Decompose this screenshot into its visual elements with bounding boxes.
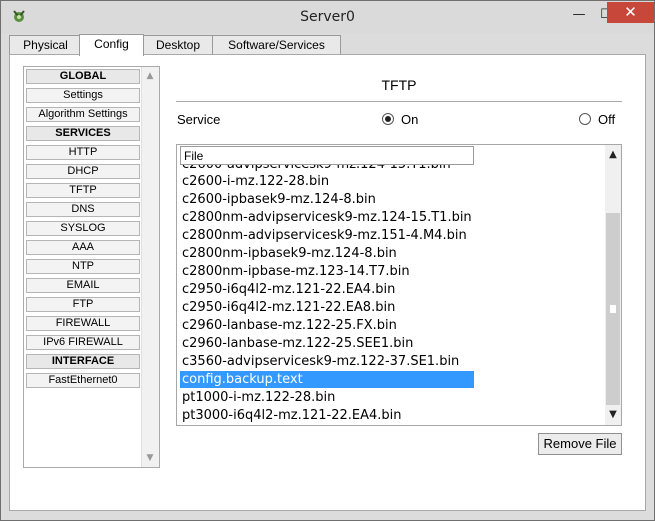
sidebar-header-global[interactable]: GLOBAL (26, 69, 140, 84)
config-sidebar: GLOBAL Settings Algorithm Settings SERVI… (23, 66, 160, 468)
list-item-selected[interactable]: config.backup.text (180, 371, 474, 388)
tab-desktop[interactable]: Desktop (142, 35, 214, 54)
list-item[interactable]: c2960-lanbase-mz.122-25.SEE1.bin (180, 335, 474, 352)
sidebar-item-fastethernet0[interactable]: FastEthernet0 (26, 373, 140, 388)
sidebar-header-interface[interactable]: INTERFACE (26, 354, 140, 369)
sidebar-item-algorithm-settings[interactable]: Algorithm Settings (26, 107, 140, 122)
list-item[interactable]: c2950-i6q4l2-mz.121-22.EA8.bin (180, 299, 474, 316)
list-item[interactable]: pt3000-i6q4l2-mz.121-22.EA4.bin (180, 407, 474, 424)
minimize-button[interactable]: — (566, 5, 592, 25)
server-window: Server0 — ☐ ✕ Physical Config Desktop So… (0, 0, 655, 521)
sidebar-item-dhcp[interactable]: DHCP (26, 164, 140, 179)
list-item[interactable]: c2800nm-ipbase-mz.123-14.T7.bin (180, 263, 474, 280)
list-item[interactable]: c2960-lanbase-mz.122-25.FX.bin (180, 317, 474, 334)
chevron-up-icon[interactable]: ▲ (145, 71, 155, 81)
file-column-header[interactable]: File (180, 146, 474, 165)
grip-icon (610, 305, 616, 313)
sidebar-item-tftp[interactable]: TFTP (26, 183, 140, 198)
file-list-scrollbar[interactable]: ▲ ▼ (605, 145, 621, 425)
tab-config[interactable]: Config (79, 34, 144, 56)
list-item[interactable]: c2800nm-ipbasek9-mz.124-8.bin (180, 245, 474, 262)
service-on-label[interactable]: On (401, 112, 418, 127)
tab-software-services[interactable]: Software/Services (212, 35, 341, 54)
title-bar[interactable]: Server0 — ☐ ✕ (1, 1, 654, 33)
sidebar-item-firewall[interactable]: FIREWALL (26, 316, 140, 331)
sidebar-item-dns[interactable]: DNS (26, 202, 140, 217)
service-off-radio[interactable] (579, 113, 591, 125)
tab-physical[interactable]: Physical (9, 35, 82, 54)
page-title: TFTP (381, 77, 417, 93)
service-label: Service (177, 112, 221, 127)
sidebar-item-ftp[interactable]: FTP (26, 297, 140, 312)
sidebar-scrollbar[interactable]: ▲ ▼ (141, 67, 159, 467)
list-item[interactable]: pt1000-i-mz.122-28.bin (180, 389, 474, 406)
scrollbar-thumb[interactable] (606, 213, 620, 405)
file-list[interactable]: File c2600-advipservicesk9-mz.124-15.T1.… (176, 144, 622, 426)
window-title: Server0 (300, 9, 355, 25)
list-item[interactable]: c2600-i-mz.122-28.bin (180, 173, 474, 190)
sidebar-item-ntp[interactable]: NTP (26, 259, 140, 274)
close-button[interactable]: ✕ (607, 2, 654, 23)
service-on-radio[interactable] (382, 113, 394, 125)
list-item[interactable]: c2600-ipbasek9-mz.124-8.bin (180, 191, 474, 208)
sidebar-header-services[interactable]: SERVICES (26, 126, 140, 141)
config-panel: GLOBAL Settings Algorithm Settings SERVI… (9, 54, 646, 511)
sidebar-item-http[interactable]: HTTP (26, 145, 140, 160)
sidebar-item-email[interactable]: EMAIL (26, 278, 140, 293)
list-item[interactable]: c3560-advipservicesk9-mz.122-37.SE1.bin (180, 353, 474, 370)
service-off-label[interactable]: Off (598, 112, 615, 127)
remove-file-button[interactable]: Remove File (538, 433, 622, 455)
chevron-down-icon[interactable]: ▼ (607, 409, 619, 421)
list-item[interactable]: c2800nm-advipservicesk9-mz.151-4.M4.bin (180, 227, 474, 244)
chevron-up-icon[interactable]: ▲ (607, 149, 619, 161)
chevron-down-icon[interactable]: ▼ (145, 453, 155, 463)
sidebar-item-syslog[interactable]: SYSLOG (26, 221, 140, 236)
list-item[interactable]: c2950-i6q4l2-mz.121-22.EA4.bin (180, 281, 474, 298)
sidebar-item-ipv6-firewall[interactable]: IPv6 FIREWALL (26, 335, 140, 350)
title-divider (176, 101, 622, 102)
sidebar-item-settings[interactable]: Settings (26, 88, 140, 103)
list-item[interactable]: c2800nm-advipservicesk9-mz.124-15.T1.bin (180, 209, 474, 226)
sidebar-item-aaa[interactable]: AAA (26, 240, 140, 255)
